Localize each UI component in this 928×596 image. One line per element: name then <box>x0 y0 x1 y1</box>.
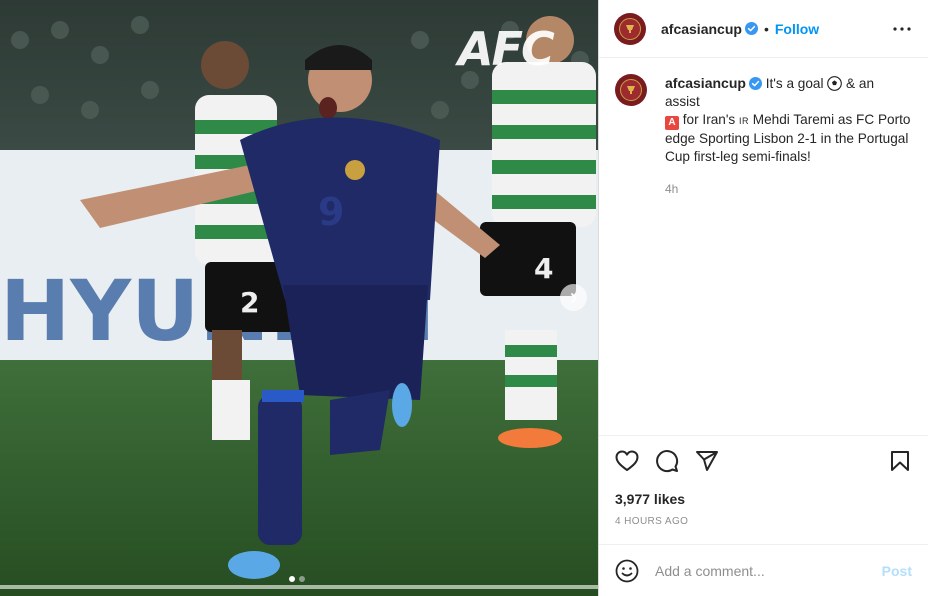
next-slide-button[interactable] <box>560 284 587 311</box>
like-button[interactable] <box>607 441 647 481</box>
assist-badge-icon: A <box>665 116 679 130</box>
likes-count[interactable]: 3,977 likes <box>599 485 928 507</box>
avatar[interactable] <box>614 12 646 45</box>
svg-text:4: 4 <box>534 252 553 285</box>
caption-area: afcasiancup It's a goal & an assist A fo… <box>599 58 928 435</box>
caption-username[interactable]: afcasiancup <box>665 75 746 91</box>
header-separator: • <box>763 20 769 37</box>
afc-watermark-logo: AFC <box>458 22 555 76</box>
post-actions <box>599 435 928 485</box>
comment-input[interactable] <box>655 562 882 579</box>
post-media[interactable]: HYUNDAI 2 <box>0 0 598 596</box>
chevron-right-icon <box>570 292 577 303</box>
afc-cup-logo-icon <box>620 79 642 101</box>
post-comment-button[interactable]: Post <box>882 563 912 579</box>
save-button[interactable] <box>880 441 920 481</box>
caption-time[interactable]: 4h <box>665 180 912 198</box>
more-options-button[interactable] <box>890 17 914 41</box>
carousel-dot-active <box>289 576 295 582</box>
post-header: afcasiancup • Follow <box>599 0 928 58</box>
heart-icon <box>615 450 639 471</box>
caption-text-part: for Iran's <box>679 112 740 127</box>
verified-badge-icon <box>744 22 758 35</box>
bookmark-icon <box>891 450 909 471</box>
comment-button[interactable] <box>647 441 687 481</box>
post-photo: HYUNDAI 2 <box>0 0 598 596</box>
post-side-panel: afcasiancup • Follow afcasiancup It's a … <box>598 0 928 596</box>
share-icon <box>696 450 718 471</box>
afc-cup-logo-icon <box>619 17 641 40</box>
caption-avatar[interactable] <box>615 74 647 106</box>
comment-icon <box>656 449 679 472</box>
header-username[interactable]: afcasiancup <box>661 21 742 37</box>
comment-bar: Post <box>599 544 928 596</box>
carousel-dot <box>299 576 305 582</box>
iran-flag-icon: IR <box>739 116 750 126</box>
instagram-post: HYUNDAI 2 <box>0 0 928 596</box>
svg-text:2: 2 <box>240 286 259 319</box>
verified-badge-icon <box>748 77 762 90</box>
caption: afcasiancup It's a goal & an assist A fo… <box>615 74 912 198</box>
caption-text-part: It's a goal <box>765 76 828 91</box>
share-button[interactable] <box>687 441 727 481</box>
post-timestamp[interactable]: 4 HOURS AGO <box>599 507 928 527</box>
more-horizontal-icon <box>893 26 911 31</box>
carousel-indicator <box>289 576 305 582</box>
svg-text:9: 9 <box>318 190 344 234</box>
caption-text: afcasiancup It's a goal & an assist A fo… <box>665 74 912 198</box>
soccer-ball-emoji-icon <box>827 76 843 91</box>
emoji-button[interactable] <box>615 559 639 583</box>
follow-button[interactable]: Follow <box>775 21 819 37</box>
smiley-icon <box>615 559 639 582</box>
